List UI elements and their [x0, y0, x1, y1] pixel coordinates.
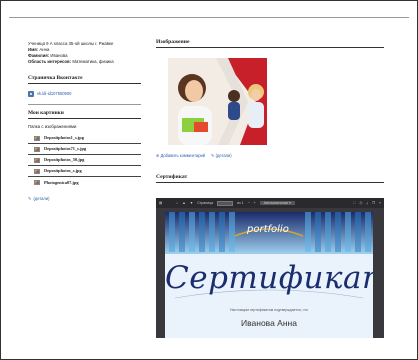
- file-name[interactable]: Depositphotos1_s.jpg: [44, 135, 84, 141]
- folder-label: Папка с изображениями: [28, 124, 77, 129]
- file-item[interactable]: Depositphotos1_s.jpg: [28, 133, 141, 144]
- image-file-icon: [34, 168, 40, 174]
- image-actions: ⊕ Добавить комментарий ✎ (детали): [156, 153, 384, 158]
- file-list: Depositphotos1_s.jpg Depositphotos71_s.j…: [28, 133, 141, 188]
- right-column: Изображение ⊕ Добавить комментарий ✎ (де: [156, 39, 384, 338]
- zoom-out-icon[interactable]: −: [248, 201, 250, 205]
- page-label: Страница: [197, 201, 214, 205]
- certificate-text: Настоящим сертификатом подтверждается, ч…: [230, 308, 308, 312]
- download-icon[interactable]: ⤓: [366, 201, 368, 205]
- profile-interests-row: Область интересов: Математика, физика: [28, 59, 141, 65]
- pdf-toolbar: ▤ ⌕ ▲ ▼ Страница из 1 − + Автоматически …: [156, 198, 384, 208]
- add-comment-link[interactable]: ⊕ Добавить комментарий: [156, 153, 205, 158]
- certificate-page: portfolio Сертификат Настоящим сертифика…: [165, 212, 373, 338]
- interests-label: Область интересов:: [28, 59, 72, 64]
- tools-icon[interactable]: »: [379, 201, 381, 205]
- image-file-icon: [34, 180, 40, 185]
- certificate-holder-name: Иванова Анна: [241, 318, 297, 328]
- certificate-word: Сертификат: [165, 260, 373, 296]
- photo-illustration: [168, 58, 267, 145]
- prev-page-icon[interactable]: ▲: [182, 201, 185, 205]
- image-file-icon: [34, 146, 40, 152]
- print-icon[interactable]: ⎙: [360, 201, 363, 205]
- top-divider: [9, 17, 409, 18]
- next-page-icon[interactable]: ▼: [190, 201, 193, 205]
- file-name[interactable]: Depositphotos_50.jpg: [44, 157, 84, 163]
- profile-info: Ученица 9 А класса 35-ой школы г. Ржавке…: [28, 41, 141, 65]
- files-details-text[interactable]: (детали): [33, 196, 49, 202]
- vk-section-title: Страничка Вконтакте: [28, 75, 141, 84]
- student-photo[interactable]: [168, 58, 267, 145]
- bookmark-icon[interactable]: ❐: [372, 201, 375, 205]
- zoom-select[interactable]: Автоматически ▾: [259, 201, 295, 205]
- sidebar-toggle-icon[interactable]: ▤: [159, 201, 162, 205]
- vk-link[interactable]: в vk.ldi-id107550900: [28, 91, 141, 97]
- file-name[interactable]: Depositphotos71_s.jpg: [44, 146, 86, 152]
- vk-icon: в: [28, 91, 34, 97]
- page-total: из 1: [237, 201, 244, 205]
- details-icon: ✎: [28, 196, 32, 201]
- image-details-text[interactable]: (детали): [216, 153, 232, 158]
- image-details-link[interactable]: ✎ (детали): [211, 153, 232, 158]
- interests-value: Математика, физика: [72, 59, 114, 64]
- file-item[interactable]: Depositphotos_s.jpg: [28, 166, 141, 177]
- page-number-input[interactable]: [217, 200, 234, 206]
- name-value: Анна: [39, 47, 50, 52]
- files-section-title: Мои картинки: [28, 110, 141, 119]
- image-file-icon: [34, 135, 40, 141]
- left-column: Ученица 9 А класса 35-ой школы г. Ржавке…: [28, 41, 141, 202]
- surname-value: Иванова: [50, 53, 68, 58]
- add-comment-text[interactable]: Добавить комментарий: [161, 153, 205, 158]
- image-section-title: Изображение: [156, 39, 384, 48]
- file-item[interactable]: Photogenica07.jpg: [28, 177, 141, 188]
- search-icon[interactable]: ⌕: [176, 201, 178, 205]
- zoom-select-value: Автоматически: [263, 201, 289, 205]
- file-item[interactable]: Depositphotos71_s.jpg: [28, 144, 141, 155]
- page-frame: Ученица 9 А класса 35-ой школы г. Ржавке…: [0, 0, 418, 360]
- pdf-viewer[interactable]: ▤ ⌕ ▲ ▼ Страница из 1 − + Автоматически …: [156, 198, 384, 338]
- certificate-section-title: Сертификат: [156, 174, 384, 183]
- surname-label: Фамилия:: [28, 53, 50, 58]
- image-file-icon: [34, 157, 40, 163]
- name-label: Имя:: [28, 47, 39, 52]
- portfolio-logo: portfolio: [247, 224, 289, 235]
- fullscreen-icon[interactable]: ⛶: [353, 201, 355, 205]
- file-item[interactable]: Depositphotos_50.jpg: [28, 155, 141, 166]
- vk-divider: [28, 104, 141, 105]
- files-details-link[interactable]: ✎ (детали): [28, 196, 141, 202]
- file-name[interactable]: Photogenica07.jpg: [44, 180, 79, 186]
- vk-link-text[interactable]: vk.ldi-id107550900: [37, 91, 71, 97]
- zoom-in-icon[interactable]: +: [254, 201, 256, 205]
- file-name[interactable]: Depositphotos_s.jpg: [44, 168, 82, 174]
